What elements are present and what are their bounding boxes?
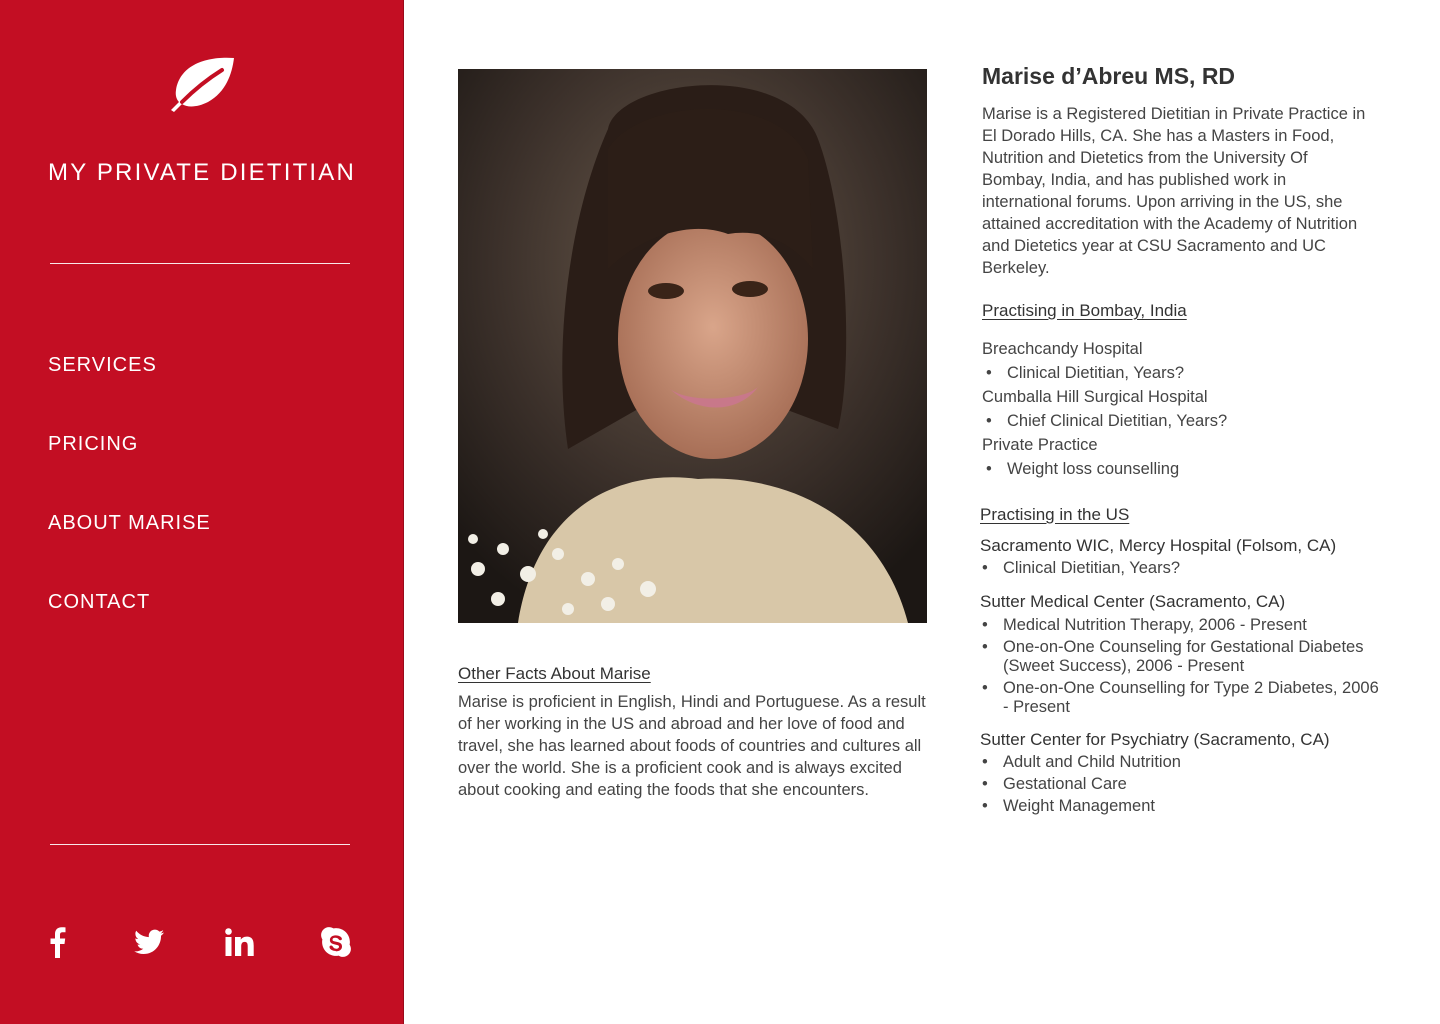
list-item: One-on-One Counselling for Type 2 Diabet… bbox=[980, 679, 1380, 717]
list-item-place: Cumballa Hill Surgical Hospital bbox=[982, 388, 1208, 406]
profile-name: Marise d’Abreu MS, RD bbox=[982, 63, 1236, 89]
linkedin-icon[interactable] bbox=[224, 924, 256, 960]
skype-icon[interactable] bbox=[320, 924, 352, 960]
nav-pricing[interactable]: PRICING bbox=[48, 431, 368, 510]
list-item-place: Breachcandy Hospital bbox=[982, 340, 1143, 358]
india-list: Breachcandy Hospital Clinical Dietitian,… bbox=[982, 337, 1382, 481]
us-group-place: Sutter Medical Center (Sacramento, CA) bbox=[980, 592, 1286, 611]
us-group-place: Sutter Center for Psychiatry (Sacramento… bbox=[980, 730, 1330, 749]
divider bbox=[50, 844, 350, 845]
india-section-heading[interactable]: Practising in Bombay, India bbox=[982, 301, 1187, 321]
facebook-icon[interactable] bbox=[46, 924, 68, 960]
other-facts-text: Marise is proficient in English, Hindi a… bbox=[458, 693, 926, 799]
list-item: Medical Nutrition Therapy, 2006 - Presen… bbox=[980, 616, 1380, 635]
main-nav: SERVICES PRICING ABOUT MARISE CONTACT bbox=[48, 352, 368, 668]
social-links bbox=[0, 924, 404, 960]
list-item: Weight loss counselling bbox=[982, 457, 1382, 481]
site-title[interactable]: MY PRIVATE DIETITIAN bbox=[48, 159, 378, 187]
list-item: Clinical Dietitian, Years? bbox=[980, 557, 1380, 579]
profile-photo bbox=[458, 69, 927, 623]
list-item: Adult and Child Nutrition bbox=[980, 751, 1380, 773]
leaf-icon[interactable] bbox=[168, 56, 238, 112]
list-item: One-on-One Counseling for Gestational Di… bbox=[980, 638, 1380, 676]
profile-bio: Marise is a Registered Dietitian in Priv… bbox=[982, 105, 1366, 277]
list-item: Clinical Dietitian, Years? bbox=[982, 361, 1382, 385]
list-item: Gestational Care bbox=[980, 773, 1380, 795]
divider bbox=[50, 263, 350, 264]
list-item-place: Private Practice bbox=[982, 436, 1098, 454]
sidebar: MY PRIVATE DIETITIAN SERVICES PRICING AB… bbox=[0, 0, 404, 1024]
nav-contact[interactable]: CONTACT bbox=[48, 589, 368, 668]
us-group-place: Sacramento WIC, Mercy Hospital (Folsom, … bbox=[980, 536, 1337, 555]
us-group: Sutter Center for Psychiatry (Sacramento… bbox=[980, 729, 1380, 817]
nav-services[interactable]: SERVICES bbox=[48, 352, 368, 431]
nav-about-marise[interactable]: ABOUT MARISE bbox=[48, 510, 368, 589]
twitter-icon[interactable] bbox=[133, 924, 165, 960]
us-section-heading[interactable]: Practising in the US bbox=[980, 505, 1129, 525]
list-item: Chief Clinical Dietitian, Years? bbox=[982, 409, 1382, 433]
list-item: Weight Management bbox=[980, 795, 1380, 817]
other-facts-heading[interactable]: Other Facts About Marise bbox=[458, 664, 651, 684]
us-group: Sacramento WIC, Mercy Hospital (Folsom, … bbox=[980, 535, 1380, 579]
us-list: Sacramento WIC, Mercy Hospital (Folsom, … bbox=[980, 535, 1380, 829]
us-group: Sutter Medical Center (Sacramento, CA) M… bbox=[980, 591, 1380, 717]
